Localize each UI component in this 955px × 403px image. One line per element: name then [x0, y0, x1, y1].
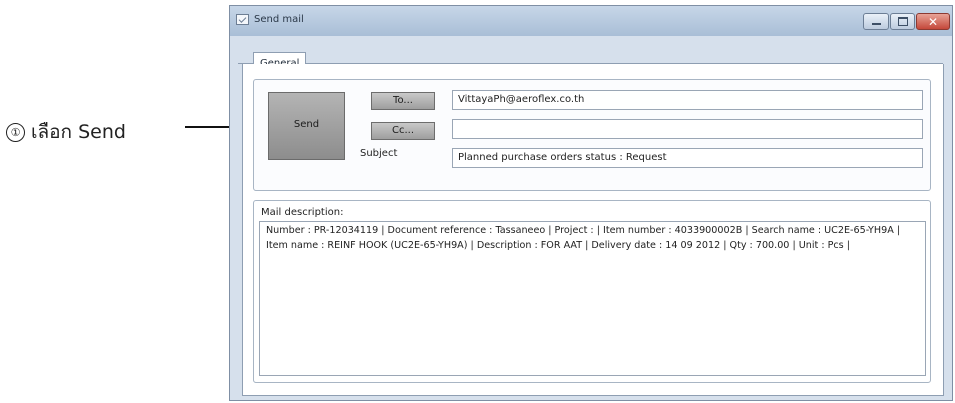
tab-strip: General [238, 41, 943, 74]
send-mail-window: Send mail ✕ General Send To... Cc... Sub… [229, 5, 953, 401]
window-title: Send mail [254, 14, 304, 25]
callout-annotation: ① เลือก Send [6, 116, 126, 148]
close-button[interactable]: ✕ [916, 13, 950, 30]
callout-text: เลือก Send [31, 121, 126, 143]
maximize-button[interactable] [890, 13, 915, 30]
subject-label: Subject [360, 148, 398, 159]
callout-number: ① [6, 122, 25, 142]
to-field[interactable]: VittayaPh@aeroflex.co.th [452, 90, 923, 110]
send-button[interactable]: Send [268, 92, 345, 160]
cc-field[interactable] [452, 119, 923, 139]
close-icon: ✕ [927, 14, 939, 29]
mail-description-label: Mail description: [261, 207, 344, 218]
minimize-icon [871, 23, 881, 25]
document-check-icon [236, 14, 249, 25]
mail-description-textarea[interactable]: Number : PR-12034119 | Document referenc… [259, 221, 926, 376]
maximize-icon [897, 17, 908, 26]
tab-content-general: Send To... Cc... Subject VittayaPh@aerof… [242, 64, 944, 396]
minimize-button[interactable] [863, 13, 889, 30]
cc-button[interactable]: Cc... [371, 122, 435, 140]
to-button[interactable]: To... [371, 92, 435, 110]
title-bar[interactable]: Send mail ✕ [230, 6, 952, 36]
subject-field[interactable]: Planned purchase orders status : Request [452, 148, 923, 168]
